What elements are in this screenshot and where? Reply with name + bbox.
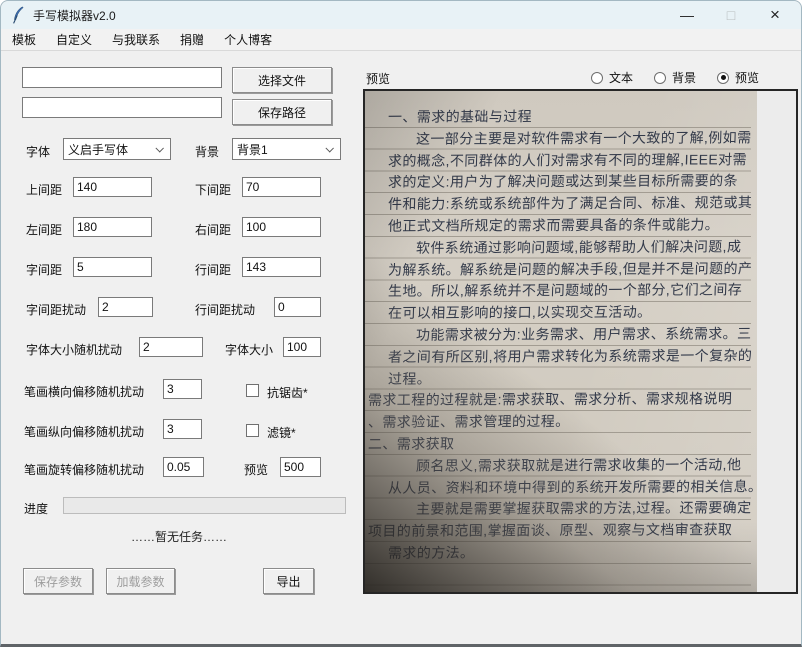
font-size-label: 字体大小 bbox=[225, 343, 274, 357]
menu-item[interactable]: 个人博客 bbox=[222, 29, 274, 50]
preview-photo: 一、需求的基础与过程这一部分主要是对软件需求有一个大致的了解,例如需求的概念,不… bbox=[365, 91, 757, 592]
preview-panel-label: 预览 bbox=[366, 72, 391, 86]
right-margin-label: 右间距 bbox=[195, 223, 232, 237]
filter-checkbox-label: 滤镜* bbox=[267, 426, 296, 440]
radio-label: 预览 bbox=[735, 71, 760, 85]
preview-canvas: 一、需求的基础与过程这一部分主要是对软件需求有一个大致的了解,例如需求的概念,不… bbox=[363, 89, 798, 594]
filter-checkbox[interactable] bbox=[246, 424, 259, 437]
preview-mode-radio[interactable]: 文本 bbox=[591, 69, 633, 86]
left-margin-label: 左间距 bbox=[26, 223, 63, 237]
background-label: 背景 bbox=[195, 145, 220, 159]
titlebar: 手写模拟器v2.0 — □ × bbox=[1, 1, 801, 29]
menu-item[interactable]: 与我联系 bbox=[110, 29, 162, 50]
char-spacing-input[interactable] bbox=[73, 257, 152, 277]
window-controls: — □ × bbox=[665, 1, 797, 29]
progress-label: 进度 bbox=[24, 502, 49, 516]
font-size-input[interactable] bbox=[283, 337, 321, 357]
top-margin-label: 上间距 bbox=[26, 183, 63, 197]
font-select-value: 义启手写体 bbox=[68, 142, 129, 157]
minimize-button[interactable]: — bbox=[665, 1, 709, 29]
font-select[interactable]: 义启手写体 bbox=[63, 138, 171, 160]
left-margin-input[interactable] bbox=[73, 217, 152, 237]
save-params-button[interactable]: 保存参数 bbox=[23, 568, 93, 594]
line-spacing-jitter-input[interactable] bbox=[274, 297, 321, 317]
char-spacing-jitter-label: 字间距扰动 bbox=[26, 303, 87, 317]
preview-mode-radio[interactable]: 背景 bbox=[654, 69, 696, 86]
right-margin-input[interactable] bbox=[242, 217, 321, 237]
stroke-h-jitter-label: 笔画横向偏移随机扰动 bbox=[24, 385, 145, 399]
antialias-checkbox-label: 抗锯齿* bbox=[267, 386, 308, 400]
background-select-value: 背景1 bbox=[237, 142, 268, 157]
top-margin-input[interactable] bbox=[73, 177, 152, 197]
chevron-down-icon bbox=[155, 144, 164, 153]
font-size-jitter-input[interactable] bbox=[139, 337, 203, 357]
save-path-input[interactable] bbox=[22, 97, 222, 118]
line-spacing-input[interactable] bbox=[242, 257, 321, 277]
load-params-button[interactable]: 加载参数 bbox=[106, 568, 175, 594]
menu-item[interactable]: 模板 bbox=[10, 29, 38, 50]
stroke-v-jitter-label: 笔画纵向偏移随机扰动 bbox=[24, 425, 145, 439]
preview-count-label: 预览 bbox=[244, 463, 269, 477]
radio-label: 背景 bbox=[672, 71, 697, 85]
line-spacing-jitter-label: 行间距扰动 bbox=[195, 303, 256, 317]
radio-icon bbox=[717, 71, 730, 84]
bottom-margin-label: 下间距 bbox=[195, 183, 232, 197]
stroke-h-jitter-input[interactable] bbox=[163, 379, 202, 399]
stroke-v-jitter-input[interactable] bbox=[163, 419, 202, 439]
photo-shadow-overlay bbox=[365, 91, 757, 592]
export-button[interactable]: 导出 bbox=[263, 568, 314, 594]
font-label: 字体 bbox=[26, 145, 51, 159]
stroke-rot-jitter-label: 笔画旋转偏移随机扰动 bbox=[24, 463, 145, 477]
app-window: 手写模拟器v2.0 — □ × 模板 自定义 与我联系 捐赠 个人博客 选择文件 保存路… bbox=[0, 0, 802, 647]
menu-bar: 模板 自定义 与我联系 捐赠 个人博客 bbox=[1, 29, 801, 51]
char-spacing-jitter-input[interactable] bbox=[98, 297, 153, 317]
char-spacing-label: 字间距 bbox=[26, 263, 63, 277]
menu-item[interactable]: 自定义 bbox=[54, 29, 94, 50]
maximize-button[interactable]: □ bbox=[709, 1, 753, 29]
radio-label: 文本 bbox=[609, 71, 634, 85]
app-feather-icon bbox=[11, 6, 25, 24]
save-path-button[interactable]: 保存路径 bbox=[232, 99, 332, 125]
menu-item[interactable]: 捐赠 bbox=[178, 29, 206, 50]
preview-mode-radios: 文本 背景 预览 bbox=[591, 69, 759, 86]
task-status-text: ……暂无任务…… bbox=[130, 530, 227, 544]
radio-icon bbox=[654, 71, 667, 84]
close-button[interactable]: × bbox=[753, 1, 797, 29]
chevron-down-icon bbox=[325, 144, 334, 153]
preview-mode-radio[interactable]: 预览 bbox=[717, 69, 759, 86]
antialias-checkbox[interactable] bbox=[246, 384, 259, 397]
line-spacing-label: 行间距 bbox=[195, 263, 232, 277]
progress-bar bbox=[63, 497, 346, 514]
stroke-rot-jitter-input[interactable] bbox=[163, 457, 204, 477]
window-title: 手写模拟器v2.0 bbox=[33, 8, 116, 23]
bottom-margin-input[interactable] bbox=[242, 177, 321, 197]
choose-file-button[interactable]: 选择文件 bbox=[232, 67, 332, 93]
font-size-jitter-label: 字体大小随机扰动 bbox=[26, 343, 123, 357]
radio-icon bbox=[591, 71, 603, 84]
preview-count-input[interactable] bbox=[280, 457, 321, 477]
source-file-input[interactable] bbox=[22, 67, 222, 88]
background-select[interactable]: 背景1 bbox=[232, 138, 341, 160]
